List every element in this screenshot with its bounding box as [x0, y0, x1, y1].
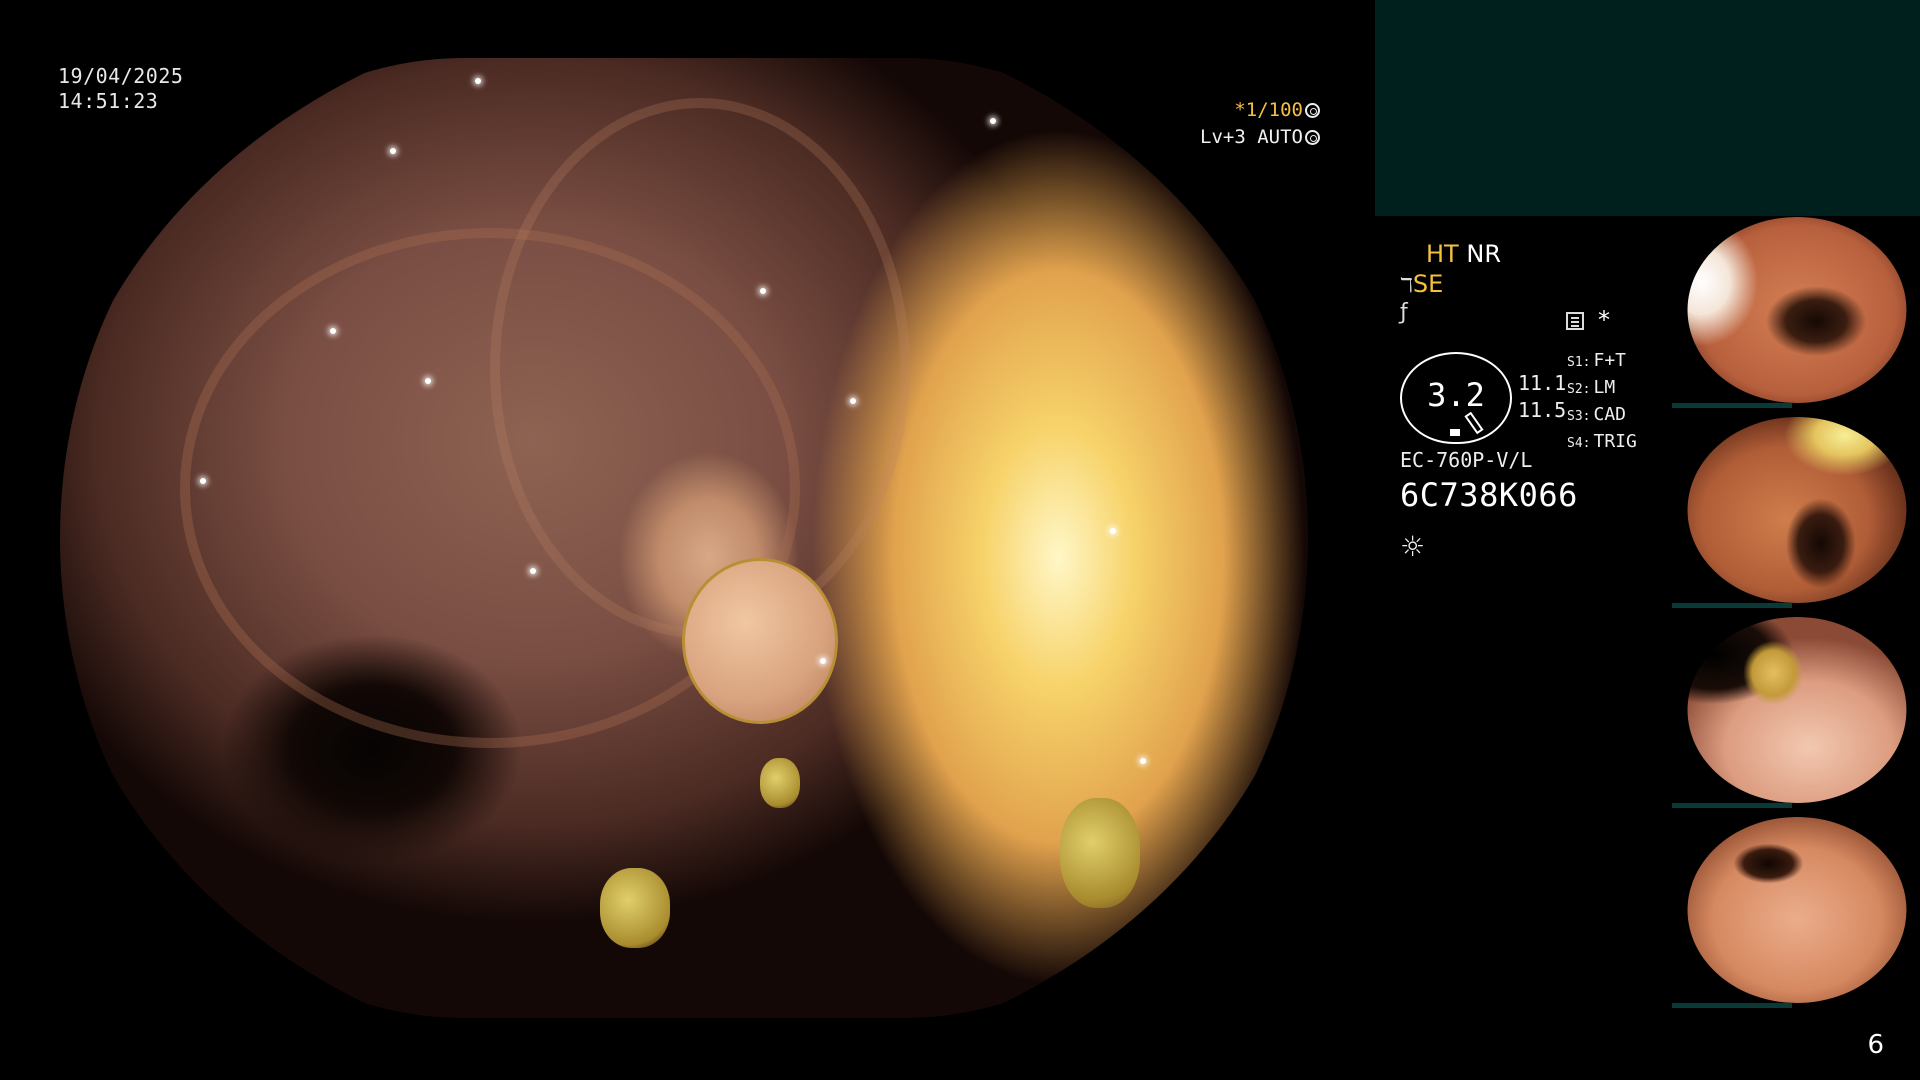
specular-highlight	[990, 118, 996, 124]
gauge-reading-top: 11.1	[1518, 371, 1567, 395]
specular-highlight	[530, 568, 536, 574]
specular-highlight	[1140, 758, 1146, 764]
thumbnail-bar	[1672, 603, 1792, 608]
memo-icon	[1566, 312, 1584, 330]
page-number: 6	[1867, 1030, 1884, 1060]
gauge-reading-bottom: 11.5	[1518, 398, 1567, 422]
thumbnail-capture-4[interactable]	[1672, 815, 1920, 1010]
thumbnail-capture-2[interactable]	[1672, 415, 1920, 610]
switch-item: S4: TRIG	[1567, 431, 1637, 452]
specular-highlight	[820, 658, 826, 664]
date-text: 19/04/2025	[58, 64, 184, 88]
thumbnail-image	[1687, 617, 1907, 803]
switch-item: S1: F+T	[1567, 350, 1626, 371]
thumbnail-bar	[1672, 403, 1792, 408]
specular-highlight	[1110, 528, 1116, 534]
gauge-indicator: 3.2	[1400, 352, 1512, 444]
datetime-display: 19/04/2025 14:51:23	[58, 64, 183, 114]
scope-settings: *1/100 Lv+3 AUTO	[1195, 97, 1320, 151]
gauge-value: 3.2	[1427, 376, 1485, 414]
color-mode-icon: ƒ	[1400, 300, 1408, 325]
info-panel-header	[1375, 0, 1920, 216]
time-text: 14:51:23	[58, 89, 159, 113]
switch-item: S3: CAD	[1567, 404, 1626, 425]
specular-highlight	[760, 288, 766, 294]
thumbnail-bar	[1672, 803, 1792, 808]
specular-highlight	[390, 148, 396, 154]
structure-enhancement-icon: ℸ	[1400, 273, 1413, 297]
zoom-ratio: *1/100	[1234, 99, 1303, 121]
thumbnail-image	[1687, 217, 1907, 403]
polyp	[682, 558, 838, 724]
gauge-tick	[1450, 429, 1460, 436]
thumbnail-image	[1687, 817, 1907, 1003]
thumbnail-capture-1[interactable]	[1672, 215, 1920, 410]
thumbnail-image	[1687, 417, 1907, 603]
endoscopic-live-view	[60, 58, 1308, 1018]
light-source-icon: ☼	[1400, 530, 1426, 563]
switch-item: S2: LM	[1567, 377, 1616, 398]
mucosal-fold	[490, 98, 910, 638]
specular-highlight	[330, 328, 336, 334]
specular-highlight	[850, 398, 856, 404]
debris	[760, 758, 800, 808]
ht-mode-label: HT	[1426, 240, 1459, 268]
auto-exposure-icon	[1305, 130, 1320, 145]
specular-highlight	[425, 378, 431, 384]
scope-switch-list: S1: F+T S2: LM S3: CAD S4: TRIG	[1567, 348, 1637, 456]
debris	[600, 868, 670, 948]
gauge-needle	[1464, 411, 1484, 435]
star-icon: *	[1598, 306, 1610, 334]
aperture-icon	[1305, 103, 1320, 118]
exposure-level: Lv+3 AUTO	[1200, 126, 1303, 148]
se-mode-label: SE	[1412, 270, 1444, 298]
specular-highlight	[475, 78, 481, 84]
processor-status-panel: HT NR ℸSE ƒ * 3.2 11.1 11.5 S1: F+T S2: LM…	[1400, 240, 1680, 563]
specular-highlight	[200, 478, 206, 484]
nr-mode-label: NR	[1466, 240, 1501, 268]
debris	[1060, 798, 1140, 908]
thumbnail-bar	[1672, 1003, 1792, 1008]
thumbnail-capture-3[interactable]	[1672, 615, 1920, 810]
captured-images-strip	[1672, 215, 1920, 1015]
scope-serial-number: 6C738K066	[1400, 476, 1578, 514]
scope-model: EC-760P-V/L	[1400, 448, 1533, 472]
